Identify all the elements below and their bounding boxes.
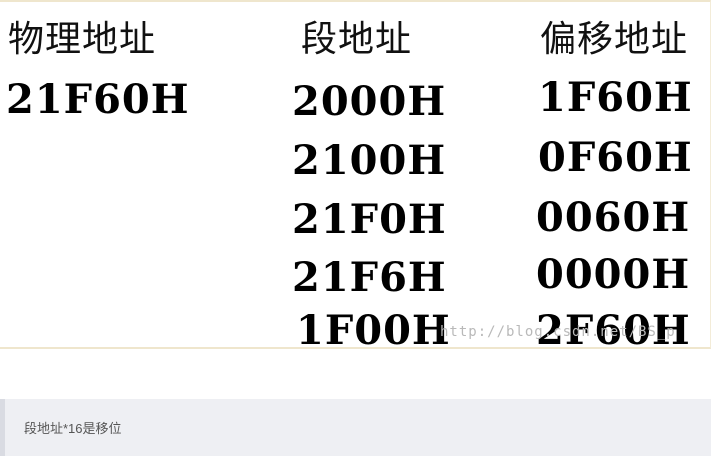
watermark-url: http://blog.csdn.net/BS_p (440, 324, 676, 340)
table-image: 物理地址 段地址 偏移地址 21F60H 2000H 2100H 21F0H 2… (0, 0, 711, 354)
segment-address-4: 21F6H (292, 254, 447, 301)
segment-address-5: 1F00H (296, 307, 451, 354)
segment-address-2: 2100H (292, 137, 447, 184)
offset-address-1: 1F60H (538, 74, 693, 121)
header-segment-address: 段地址 (301, 19, 413, 60)
blockquote: 段地址*16是移位 (0, 399, 711, 456)
segment-address-1: 2000H (292, 78, 447, 125)
header-offset-address: 偏移地址 (540, 19, 689, 60)
header-physical-address: 物理地址 (8, 19, 157, 60)
blockquote-text: 段地址*16是移位 (24, 421, 122, 436)
segment-address-3: 21F0H (292, 196, 447, 243)
physical-address-value: 21F60H (6, 76, 190, 123)
offset-address-3: 0060H (536, 194, 691, 241)
offset-address-4: 0000H (536, 251, 691, 298)
offset-address-2: 0F60H (538, 134, 693, 181)
